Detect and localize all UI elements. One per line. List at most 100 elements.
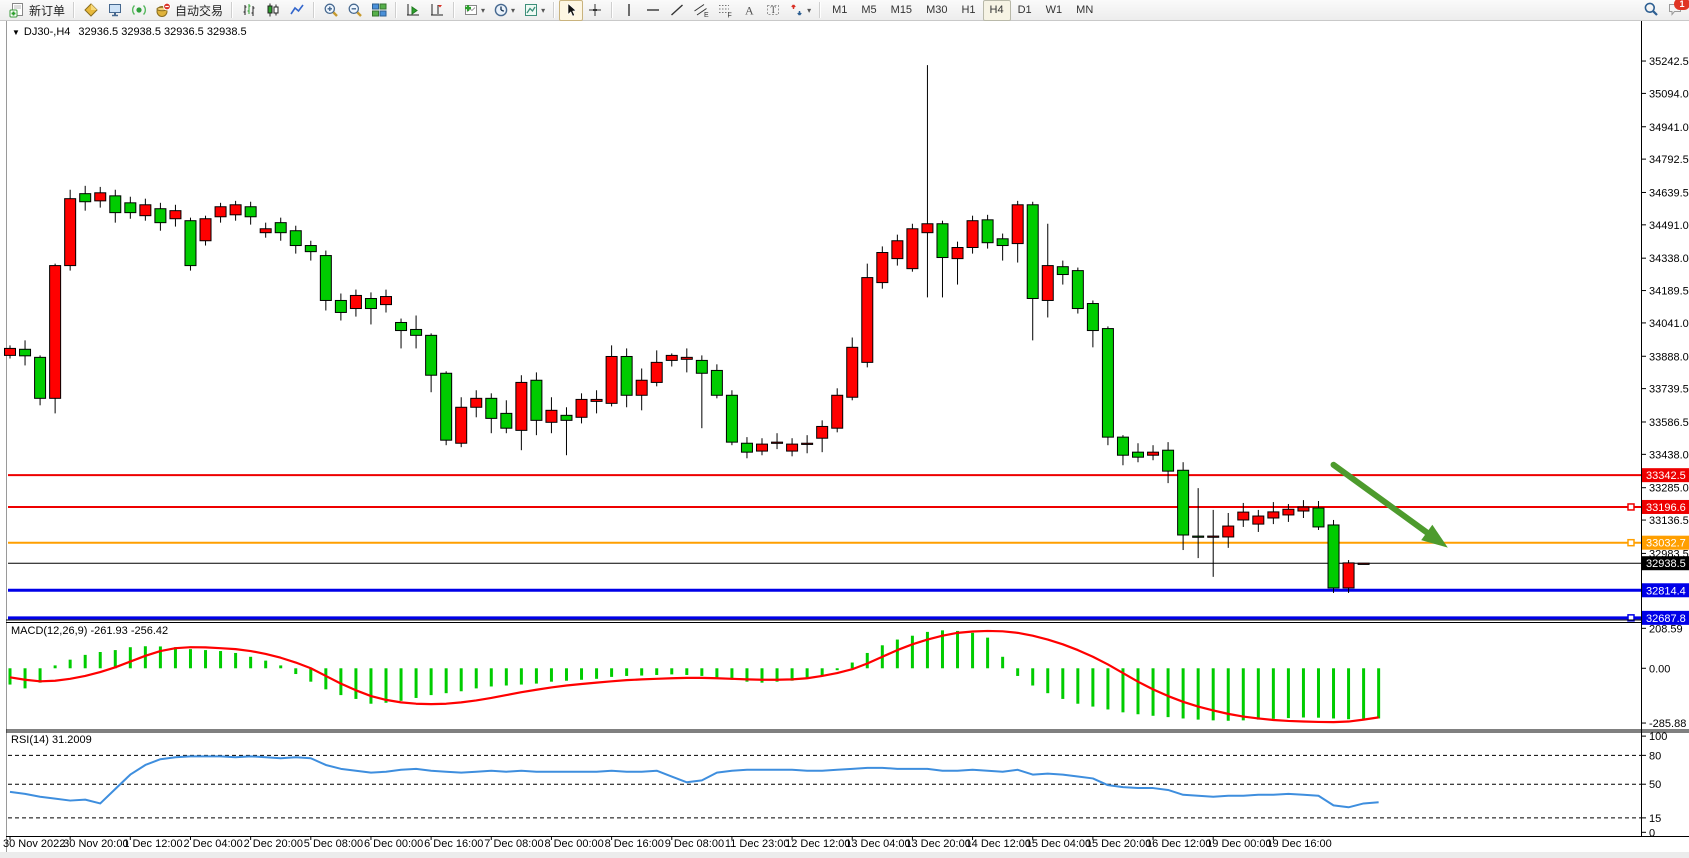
svg-text:30 Nov 2022: 30 Nov 2022 [3,838,65,850]
timeframe-button-mn[interactable]: MN [1069,0,1100,21]
svg-text:34041.0: 34041.0 [1649,318,1689,330]
svg-text:34941.0: 34941.0 [1649,122,1689,134]
time-axis[interactable]: 30 Nov 202230 Nov 20:001 Dec 12:002 Dec … [3,837,1332,851]
chart-window: 35242.535094.034941.034792.534639.534491… [0,21,1689,858]
svg-text:33196.6: 33196.6 [1646,502,1686,514]
main-toolbar: 新订单 自动交易 ▾ ▾ ▾ EFA T ▾ M1M5M15M30H1H4D1W1MN 1 [0,0,1689,21]
text-label-button[interactable]: T [761,0,785,21]
svg-text:100: 100 [1649,731,1667,743]
toolbar-separator [313,2,315,18]
crosshair-icon [587,2,603,18]
equidistant-channel-button[interactable]: E [689,0,713,21]
chart-shift-button[interactable] [425,0,449,21]
autotrading-button-label: 自动交易 [175,2,223,19]
fibo-icon: F [717,2,733,18]
dropdown-caret-icon[interactable]: ▾ [807,6,811,15]
templates-button[interactable]: ▾ [519,0,549,21]
candle [907,224,918,272]
tile-icon [371,2,387,18]
svg-text:35242.5: 35242.5 [1649,56,1689,68]
svg-text:80: 80 [1649,750,1661,762]
timeframe-button-h1[interactable]: H1 [954,0,982,21]
candle [832,388,843,432]
crosshair-button[interactable] [583,0,607,21]
timeframe-button-m15[interactable]: M15 [884,0,919,21]
text-button[interactable]: A [737,0,761,21]
candle [65,190,76,271]
svg-text:6 Dec 16:00: 6 Dec 16:00 [424,838,483,850]
candle [967,216,978,254]
svg-text:6 Dec 00:00: 6 Dec 00:00 [364,838,423,850]
gold-diamond-icon [83,2,99,18]
arrows-button[interactable]: ▾ [785,0,815,21]
add-indicator-button[interactable]: ▾ [459,0,489,21]
signals-button[interactable] [127,0,151,21]
timeframe-button-w1[interactable]: W1 [1039,0,1070,21]
svg-text:2 Dec 20:00: 2 Dec 20:00 [244,838,303,850]
cursor-icon [563,2,579,18]
periods-button[interactable]: ▾ [489,0,519,21]
dropdown-caret-icon[interactable]: ▾ [511,6,515,15]
svg-text:34189.5: 34189.5 [1649,286,1689,298]
candles-icon [265,2,281,18]
tile-windows-button[interactable] [367,0,391,21]
timeframe-button-m30[interactable]: M30 [919,0,954,21]
search-icon [1643,6,1659,20]
svg-text:33739.5: 33739.5 [1649,384,1689,396]
timeframe-button-m1[interactable]: M1 [825,0,854,21]
autotrading-button[interactable]: 自动交易 [151,0,227,21]
new-order-button[interactable]: 新订单 [5,0,69,21]
notification-badge: 1 [1674,0,1689,10]
label-icon: T [765,2,781,18]
zoom-out-button[interactable] [343,0,367,21]
svg-text:33342.5: 33342.5 [1646,470,1686,482]
chart-title[interactable]: ▼DJ30-,H432936.5 32938.5 32936.5 32938.5 [12,26,247,38]
horizontal-line-button[interactable] [641,0,665,21]
arrows-icon [789,2,805,18]
line-chart-button[interactable] [285,0,309,21]
svg-text:33285.0: 33285.0 [1649,483,1689,495]
trendline-button[interactable] [665,0,689,21]
symbols-button[interactable] [79,0,103,21]
svg-text:34491.0: 34491.0 [1649,220,1689,232]
svg-text:T: T [771,5,777,15]
macd-indicator-label: MACD(12,26,9) -261.93 -256.42 [11,625,168,637]
svg-text:19 Dec 16:00: 19 Dec 16:00 [1266,838,1331,850]
dropdown-caret-icon[interactable]: ▾ [481,6,485,15]
dropdown-caret-icon[interactable]: ▾ [541,6,545,15]
svg-text:8 Dec 00:00: 8 Dec 00:00 [544,838,603,850]
svg-text:33586.5: 33586.5 [1649,417,1689,429]
text-icon: A [741,2,757,18]
zoom-in-button[interactable] [319,0,343,21]
auto-scroll-button[interactable] [401,0,425,21]
candle [1343,560,1354,593]
svg-text:30 Nov 20:00: 30 Nov 20:00 [63,838,128,850]
svg-text:34338.0: 34338.0 [1649,253,1689,265]
toolbar-separator [453,2,455,18]
chart-shift-icon [405,2,421,18]
toolbar-separator [73,2,75,18]
zoom-in-icon [323,2,339,18]
toolbar-separator [611,2,613,18]
tline-icon [669,2,685,18]
candle [862,264,873,368]
collapse-icon[interactable]: ▼ [12,28,20,37]
chat-button[interactable]: 1 [1667,1,1683,20]
timeframe-button-m5[interactable]: M5 [854,0,883,21]
bar-chart-button[interactable] [237,0,261,21]
timeframe-button-h4[interactable]: H4 [983,0,1011,21]
market-depth-button[interactable] [103,0,127,21]
vertical-line-button[interactable] [617,0,641,21]
svg-text:5 Dec 08:00: 5 Dec 08:00 [304,838,363,850]
fibonacci-button[interactable]: F [713,0,737,21]
timeframe-button-d1[interactable]: D1 [1011,0,1039,21]
toolbar-separator [231,2,233,18]
channel-icon: E [693,2,709,18]
candlestick-chart-button[interactable] [261,0,285,21]
search-button[interactable] [1643,1,1659,20]
new-order-button-label: 新订单 [29,2,65,19]
candle [35,355,46,405]
candle [1102,326,1113,445]
add-chart-icon [463,2,479,18]
cursor-button[interactable] [559,0,583,21]
